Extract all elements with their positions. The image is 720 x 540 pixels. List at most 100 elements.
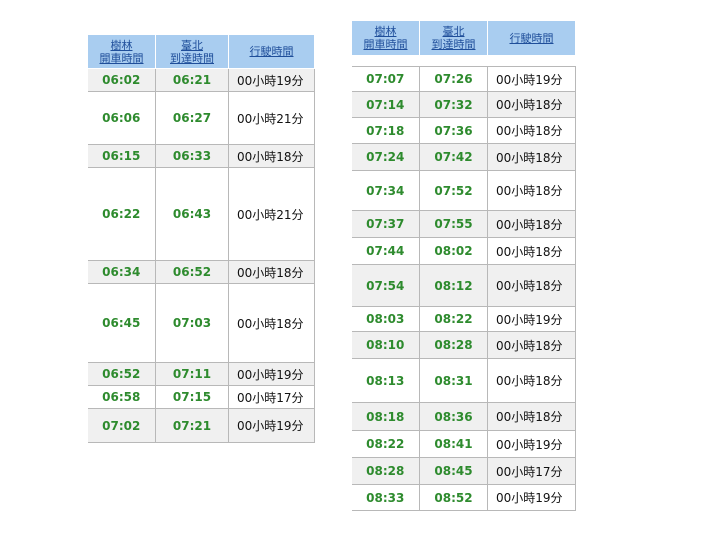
arrival-time: 06:27 [155,91,229,145]
table-row: 06:22 06:43 00小時21分 [87,167,315,261]
arrival-time: 07:21 [155,408,229,443]
arrival-time: 07:36 [419,117,488,144]
travel-duration: 00小時18分 [487,117,576,144]
table-row: 07:07 07:26 00小時19分 [351,66,576,92]
travel-duration: 00小時18分 [487,143,576,171]
travel-duration: 00小時19分 [228,362,315,386]
departure-time: 08:33 [351,484,420,511]
table-row: 06:02 06:21 00小時19分 [87,68,315,92]
departure-time: 07:14 [351,91,420,118]
departure-time: 07:37 [351,210,420,238]
header-row: 樹林 開車時間 臺北 到達時間 行駛時間 [351,20,576,56]
travel-duration: 00小時17分 [487,457,576,485]
table-row: 07:44 08:02 00小時18分 [351,237,576,265]
departure-time: 08:28 [351,457,420,485]
travel-duration: 00小時21分 [228,91,315,145]
header-arrival[interactable]: 臺北 到達時間 [419,20,488,56]
departure-time: 08:03 [351,306,420,332]
travel-duration: 00小時18分 [487,170,576,211]
left-timetable: 樹林 開車時間 臺北 到達時間 行駛時間 06:02 06:21 00小時19分… [87,34,315,443]
departure-time: 08:13 [351,358,420,403]
header-departure[interactable]: 樹林 開車時間 [351,20,420,56]
travel-duration: 00小時18分 [487,358,576,403]
departure-time: 06:52 [87,362,156,386]
arrival-time: 07:55 [419,210,488,238]
travel-duration: 00小時18分 [487,237,576,265]
table-row: 07:24 07:42 00小時18分 [351,143,576,171]
header-row: 樹林 開車時間 臺北 到達時間 行駛時間 [87,34,315,69]
table-row: 06:52 07:11 00小時19分 [87,362,315,386]
table-row: 07:37 07:55 00小時18分 [351,210,576,238]
table-row: 08:22 08:41 00小時19分 [351,430,576,458]
travel-duration: 00小時17分 [228,385,315,409]
travel-duration: 00小時18分 [487,402,576,431]
departure-time: 06:45 [87,283,156,363]
departure-time: 06:06 [87,91,156,145]
spacer-row [351,55,576,67]
travel-duration: 00小時19分 [487,430,576,458]
table-row: 07:18 07:36 00小時18分 [351,117,576,144]
arrival-time: 07:26 [419,66,488,92]
departure-time: 06:02 [87,68,156,92]
departure-time: 06:22 [87,167,156,261]
travel-duration: 00小時19分 [228,408,315,443]
departure-time: 06:58 [87,385,156,409]
departure-time: 07:54 [351,264,420,307]
departure-time: 08:18 [351,402,420,431]
departure-time: 07:02 [87,408,156,443]
arrival-time: 06:52 [155,260,229,284]
arrival-time: 07:52 [419,170,488,211]
departure-time: 07:18 [351,117,420,144]
header-departure[interactable]: 樹林 開車時間 [87,34,156,69]
arrival-time: 06:33 [155,144,229,168]
table-row: 08:13 08:31 00小時18分 [351,358,576,403]
travel-duration: 00小時18分 [487,210,576,238]
departure-time: 07:34 [351,170,420,211]
table-row: 06:34 06:52 00小時18分 [87,260,315,284]
table-row: 07:34 07:52 00小時18分 [351,170,576,211]
travel-duration: 00小時19分 [487,306,576,332]
departure-time: 06:34 [87,260,156,284]
travel-duration: 00小時18分 [228,144,315,168]
arrival-time: 06:21 [155,68,229,92]
table-row: 06:06 06:27 00小時21分 [87,91,315,145]
arrival-time: 08:31 [419,358,488,403]
table-row: 08:33 08:52 00小時19分 [351,484,576,511]
header-duration[interactable]: 行駛時間 [487,20,576,56]
arrival-time: 08:28 [419,331,488,359]
arrival-time: 07:03 [155,283,229,363]
travel-duration: 00小時18分 [228,283,315,363]
header-duration[interactable]: 行駛時間 [228,34,315,69]
travel-duration: 00小時21分 [228,167,315,261]
table-row: 06:15 06:33 00小時18分 [87,144,315,168]
departure-time: 06:15 [87,144,156,168]
departure-time: 07:24 [351,143,420,171]
table-row: 08:28 08:45 00小時17分 [351,457,576,485]
travel-duration: 00小時19分 [228,68,315,92]
arrival-time: 07:11 [155,362,229,386]
table-row: 07:02 07:21 00小時19分 [87,408,315,443]
travel-duration: 00小時19分 [487,484,576,511]
departure-time: 07:07 [351,66,420,92]
table-row: 06:45 07:03 00小時18分 [87,283,315,363]
arrival-time: 08:52 [419,484,488,511]
arrival-time: 06:43 [155,167,229,261]
travel-duration: 00小時18分 [487,264,576,307]
table-row: 08:18 08:36 00小時18分 [351,402,576,431]
table-row: 08:10 08:28 00小時18分 [351,331,576,359]
right-timetable: 樹林 開車時間 臺北 到達時間 行駛時間 07:07 07:26 00小時19分… [351,20,576,511]
arrival-time: 07:42 [419,143,488,171]
arrival-time: 08:45 [419,457,488,485]
travel-duration: 00小時18分 [487,91,576,118]
table-row: 06:58 07:15 00小時17分 [87,385,315,409]
arrival-time: 08:22 [419,306,488,332]
arrival-time: 08:36 [419,402,488,431]
departure-time: 08:10 [351,331,420,359]
arrival-time: 07:15 [155,385,229,409]
table-row: 07:14 07:32 00小時18分 [351,91,576,118]
departure-time: 08:22 [351,430,420,458]
travel-duration: 00小時18分 [487,331,576,359]
travel-duration: 00小時18分 [228,260,315,284]
travel-duration: 00小時19分 [487,66,576,92]
header-arrival[interactable]: 臺北 到達時間 [155,34,229,69]
